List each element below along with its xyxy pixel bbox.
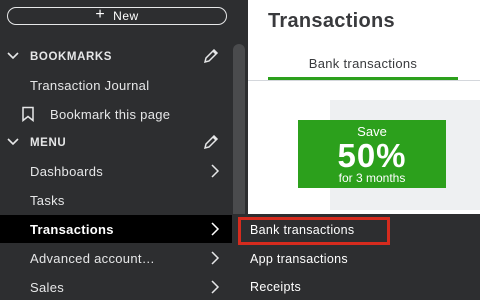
menu-item-transactions[interactable]: Transactions: [0, 215, 232, 243]
tabs-divider: [248, 80, 480, 81]
chevron-right-icon: [210, 222, 220, 239]
bookmarks-header-label: BOOKMARKS: [30, 51, 113, 63]
menu-item-label: Transactions: [30, 221, 114, 237]
submenu-item-label: App transactions: [250, 252, 348, 266]
left-navigation: + New BOOKMARKS Transaction Journal Book…: [0, 0, 248, 300]
menu-item-tasks[interactable]: Tasks: [0, 186, 230, 214]
menu-item-sales[interactable]: Sales: [0, 273, 230, 301]
bookmark-item-label: Transaction Journal: [30, 77, 150, 93]
bookmark-this-page[interactable]: Bookmark this page: [0, 100, 230, 128]
menu-item-dashboards[interactable]: Dashboards: [0, 157, 230, 185]
menu-item-label: Sales: [30, 279, 65, 295]
chevron-down-icon: [6, 51, 20, 64]
submenu-item-label: Receipts: [250, 280, 302, 294]
submenu-item-bank-transactions[interactable]: Bank transactions: [232, 216, 472, 245]
promo-line-3: for 3 months: [338, 171, 406, 185]
promo-discount: 50%: [337, 137, 407, 174]
plus-icon: +: [95, 6, 106, 23]
menu-item-advanced-accounting[interactable]: Advanced account…: [0, 244, 230, 272]
pencil-icon[interactable]: [202, 134, 220, 154]
new-button[interactable]: + New: [7, 7, 227, 25]
bookmarks-header[interactable]: BOOKMARKS: [0, 46, 230, 68]
chevron-right-icon: [210, 164, 220, 181]
menu-item-label: Tasks: [30, 192, 65, 208]
menu-header-label: MENU: [30, 137, 67, 149]
tab-bank-transactions[interactable]: Bank transactions: [268, 56, 458, 78]
transactions-submenu: Bank transactions App transactions Recei…: [232, 214, 480, 300]
bookmark-this-page-label: Bookmark this page: [50, 106, 171, 122]
submenu-item-label: Bank transactions: [250, 223, 355, 237]
pencil-icon[interactable]: [202, 48, 220, 68]
page-title: Transactions: [268, 10, 395, 32]
chevron-down-icon: [6, 137, 20, 150]
submenu-item-receipts[interactable]: Receipts: [232, 273, 472, 301]
menu-item-label: Dashboards: [30, 163, 104, 179]
menu-header[interactable]: MENU: [0, 132, 230, 154]
bookmark-item[interactable]: Transaction Journal: [0, 71, 230, 99]
submenu-item-app-transactions[interactable]: App transactions: [232, 245, 472, 273]
chevron-right-icon: [210, 251, 220, 268]
bookmark-icon: [20, 106, 36, 125]
chevron-right-icon: [210, 280, 220, 297]
menu-item-label: Advanced account…: [30, 250, 156, 266]
promo-banner[interactable]: Save 50% for 3 months: [298, 120, 446, 188]
new-button-label: New: [113, 9, 139, 23]
